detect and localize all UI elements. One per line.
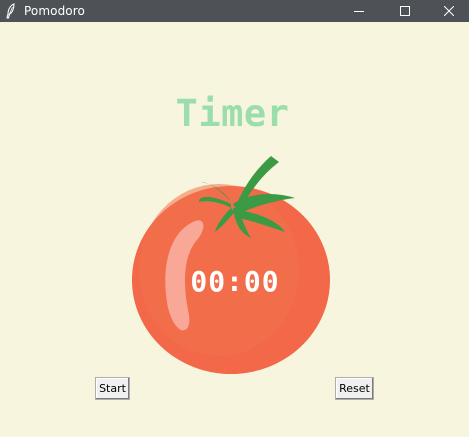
maximize-icon	[400, 6, 410, 16]
close-button[interactable]	[428, 0, 469, 22]
feather-icon	[6, 3, 16, 19]
minimize-button[interactable]	[336, 0, 382, 22]
start-button[interactable]: Start	[95, 377, 130, 400]
window-title: Pomodoro	[24, 4, 85, 18]
window-content: Timer 00:00 Start Reset	[0, 22, 469, 437]
timer-heading: Timer	[175, 92, 290, 135]
reset-button[interactable]: Reset	[335, 377, 374, 400]
close-icon	[443, 6, 454, 16]
window-titlebar[interactable]: Pomodoro	[0, 0, 469, 22]
minimize-icon	[354, 11, 364, 12]
maximize-button[interactable]	[382, 0, 428, 22]
timer-countdown: 00:00	[190, 265, 280, 298]
